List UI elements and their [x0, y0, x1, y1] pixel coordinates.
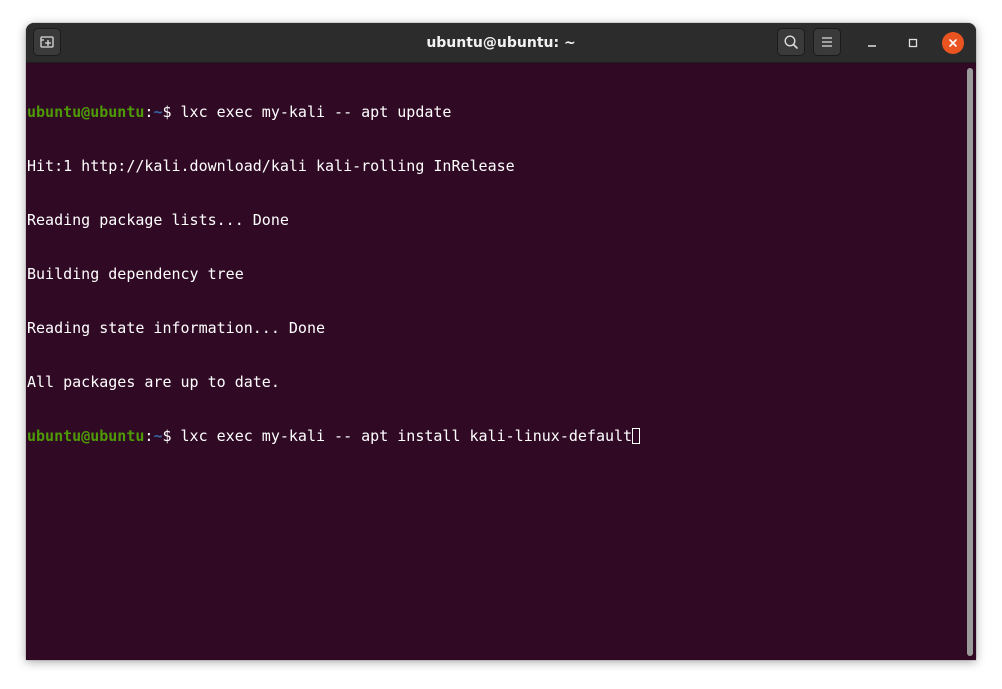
- maximize-button[interactable]: [902, 32, 924, 54]
- search-button[interactable]: [777, 28, 805, 56]
- header-bar: ubuntu@ubuntu: ~: [26, 23, 976, 63]
- prompt-user: ubuntu@ubuntu: [27, 103, 145, 121]
- terminal-line: Reading state information... Done: [27, 319, 326, 337]
- prompt-user: ubuntu@ubuntu: [27, 427, 145, 445]
- menu-button[interactable]: [813, 28, 841, 56]
- search-icon: [784, 35, 798, 49]
- terminal-line: Reading package lists... Done: [27, 211, 289, 229]
- text-cursor: [632, 428, 641, 444]
- terminal-line: Building dependency tree: [27, 265, 244, 283]
- terminal-line: All packages are up to date.: [27, 373, 280, 391]
- terminal-window: ubuntu@ubuntu: ~ ubuntu@ubuntu:~$ lxc ex…: [26, 23, 976, 660]
- close-button[interactable]: [942, 32, 964, 54]
- terminal-line: Hit:1 http://kali.download/kali kali-rol…: [27, 157, 515, 175]
- prompt-symbol: $: [162, 103, 181, 121]
- terminal-line: ubuntu@ubuntu:~$ lxc exec my-kali -- apt…: [27, 103, 966, 121]
- hamburger-menu-icon: [822, 37, 832, 47]
- command-input[interactable]: lxc exec my-kali -- apt install kali-lin…: [181, 427, 633, 445]
- scrollbar[interactable]: [967, 68, 973, 656]
- command-text: lxc exec my-kali -- apt update: [180, 103, 452, 121]
- close-icon: [949, 39, 957, 47]
- maximize-icon: [908, 38, 918, 48]
- minimize-button[interactable]: [861, 32, 883, 54]
- prompt-symbol: $: [162, 427, 181, 445]
- terminal-line: ubuntu@ubuntu:~$ lxc exec my-kali -- apt…: [27, 427, 966, 445]
- minimize-icon: [868, 45, 876, 47]
- terminal-output[interactable]: ubuntu@ubuntu:~$ lxc exec my-kali -- apt…: [26, 64, 966, 660]
